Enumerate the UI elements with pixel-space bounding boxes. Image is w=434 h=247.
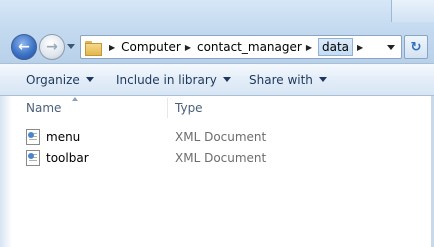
xml-document-icon [26,150,40,166]
column-divider[interactable] [167,98,168,118]
file-type: XML Document [175,130,267,144]
breadcrumb-contact-manager[interactable]: contact_manager [197,40,302,54]
explorer-window: ← → ▶ Computer ▶ contact_manager ▶ data … [0,0,434,247]
column-header-type-label: Type [175,101,203,115]
refresh-icon: ↻ [410,39,422,55]
back-button[interactable]: ← [11,34,37,60]
column-header-name[interactable]: Name [26,96,61,120]
include-in-library-button[interactable]: Include in library [116,64,231,95]
sort-ascending-icon [72,97,78,101]
file-row-toolbar[interactable]: toolbar XML Document [20,148,420,168]
share-with-button[interactable]: Share with [249,64,327,95]
file-name: menu [46,130,81,144]
breadcrumb-separator-icon[interactable]: ▶ [109,43,115,52]
chevron-down-icon [85,77,94,82]
file-type: XML Document [175,151,267,165]
breadcrumb-data[interactable]: data [317,38,353,56]
recent-pages-dropdown-icon[interactable] [67,44,75,49]
chevron-down-icon [318,77,327,82]
column-header-name-label: Name [26,101,62,115]
file-name: toolbar [46,151,89,165]
breadcrumb-separator-icon[interactable]: ▶ [185,43,191,52]
folder-icon [85,40,102,56]
include-in-library-label: Include in library [116,72,217,87]
address-dropdown-icon[interactable] [387,45,395,50]
share-with-label: Share with [249,72,313,87]
command-bar: Organize Include in library Share with [0,63,434,96]
column-header-type[interactable]: Type [175,96,203,120]
file-list-pane [0,96,434,247]
window-frame-corner [391,0,434,22]
breadcrumb-computer[interactable]: Computer [121,40,181,54]
xml-document-icon [26,129,40,145]
breadcrumb-separator-icon[interactable]: ▶ [306,43,312,52]
navigation-pane-edge [0,96,12,247]
organize-button[interactable]: Organize [26,64,94,95]
file-row-menu[interactable]: menu XML Document [20,127,420,147]
refresh-button[interactable]: ↻ [404,35,428,59]
back-arrow-icon: ← [18,39,30,55]
organize-label: Organize [26,72,80,87]
forward-arrow-icon: → [46,39,58,55]
chevron-down-icon [222,77,231,82]
address-bar[interactable]: ▶ Computer ▶ contact_manager ▶ data ▶ [80,35,402,59]
forward-button[interactable]: → [39,34,65,60]
breadcrumb-separator-icon[interactable]: ▶ [357,43,363,52]
